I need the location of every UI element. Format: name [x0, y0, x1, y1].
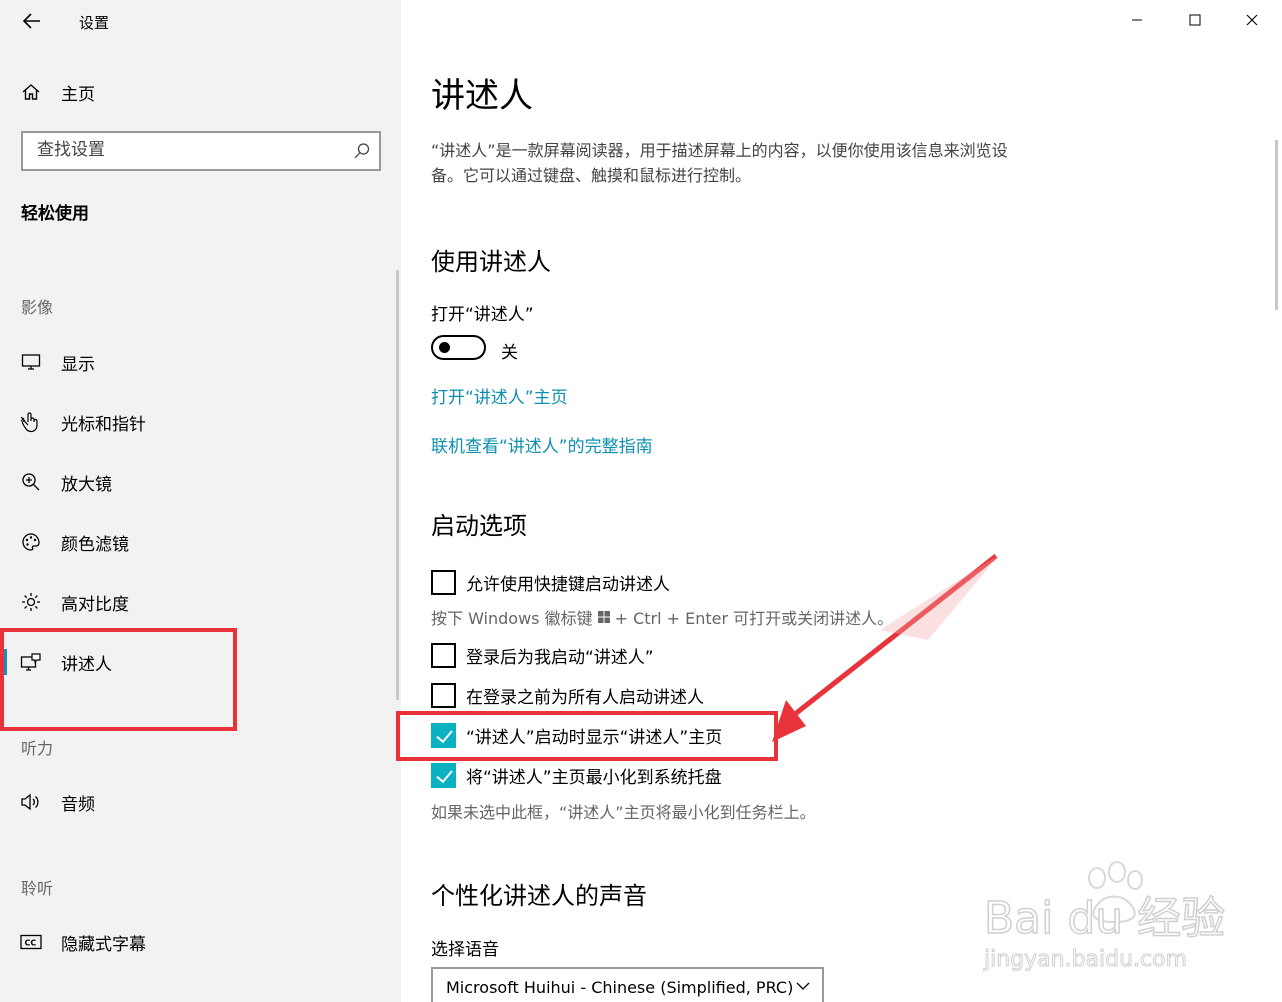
voice-select-value: Microsoft Huihui - Chinese (Simplified, … — [446, 978, 794, 997]
windows-logo-icon — [597, 611, 610, 623]
minimize-icon — [1132, 19, 1142, 21]
sun-icon — [20, 591, 42, 613]
home-icon — [20, 81, 42, 103]
shortcut-hint: 按下 Windows 徽标键 + Ctrl + Enter 可打开或关闭讲述人。 — [431, 605, 893, 629]
speaker-icon — [20, 791, 42, 813]
search-icon[interactable] — [353, 142, 371, 164]
annotation-highlight-narrator — [0, 628, 237, 731]
maximize-button[interactable] — [1166, 0, 1224, 40]
monitor-icon — [20, 351, 42, 373]
back-button[interactable] — [14, 6, 50, 36]
toggle-knob — [439, 342, 450, 353]
search-input[interactable] — [37, 140, 337, 160]
sidebar-item-label: 音频 — [61, 794, 95, 815]
search-box[interactable] — [21, 131, 381, 171]
sidebar-item-home[interactable]: 主页 — [0, 72, 398, 112]
palette-icon — [20, 531, 42, 553]
sidebar-item-display[interactable]: 显示 — [0, 342, 398, 382]
sidebar-item-label: 高对比度 — [61, 594, 129, 615]
checkbox-row-before-signin[interactable]: 在登录之前为所有人启动讲述人 — [431, 682, 704, 708]
select-voice-label: 选择语音 — [431, 940, 499, 960]
close-button[interactable] — [1223, 0, 1281, 40]
checkbox-label: 在登录之前为所有人启动讲述人 — [466, 687, 704, 708]
closed-captions-icon: CC — [20, 931, 42, 953]
checkbox-row-shortcut[interactable]: 允许使用快捷键启动讲述人 — [431, 569, 670, 595]
heading-use-narrator: 使用讲述人 — [431, 248, 551, 276]
back-arrow-icon — [23, 13, 40, 29]
sidebar-scrollbar[interactable] — [396, 270, 399, 700]
checkbox-label: 登录后为我启动“讲述人” — [466, 647, 654, 668]
checkbox-after-signin[interactable] — [431, 642, 456, 668]
sidebar-item-captions[interactable]: CC 隐藏式字幕 — [0, 922, 398, 962]
link-open-narrator-home[interactable]: 打开“讲述人”主页 — [431, 383, 568, 408]
sidebar-item-label: 显示 — [61, 354, 95, 375]
sidebar-item-high-contrast[interactable]: 高对比度 — [0, 582, 398, 622]
page-description: “讲述人”是一款屏幕阅读器，用于描述屏幕上的内容，以便你使用该信息来浏览设备。它… — [431, 141, 1008, 185]
heading-startup-options: 启动选项 — [431, 512, 527, 540]
sidebar-item-color-filter[interactable]: 颜色滤镜 — [0, 522, 398, 562]
minimize-hint: 如果未选中此框，“讲述人”主页将最小化到任务栏上。 — [431, 803, 816, 822]
group-header-listen: 聆听 — [21, 879, 54, 898]
checkbox-before-signin[interactable] — [431, 682, 456, 708]
shortcut-hint-prefix: 按下 Windows 徽标键 — [431, 609, 593, 628]
checkbox-label: 允许使用快捷键启动讲述人 — [466, 574, 670, 595]
checkbox-row-after-signin[interactable]: 登录后为我启动“讲述人” — [431, 642, 654, 668]
heading-personalize-voice: 个性化讲述人的声音 — [431, 882, 647, 910]
sidebar: 设置 主页 轻松使用 影像 显示 光标和指针 放大镜 颜 — [0, 0, 401, 1002]
section-title: 轻松使用 — [21, 204, 89, 224]
main-scrollbar[interactable] — [1275, 140, 1278, 310]
sidebar-item-magnifier[interactable]: 放大镜 — [0, 462, 398, 502]
minimize-button[interactable] — [1108, 0, 1166, 40]
checkbox-shortcut[interactable] — [431, 569, 456, 595]
sidebar-item-label: 颜色滤镜 — [61, 534, 129, 555]
toggle-state-text: 关 — [501, 343, 518, 363]
main-content: 讲述人 “讲述人”是一款屏幕阅读器，用于描述屏幕上的内容，以便你使用该信息来浏览… — [401, 0, 1282, 1002]
svg-text:CC: CC — [25, 939, 37, 948]
link-narrator-guide[interactable]: 联机查看“讲述人”的完整指南 — [431, 432, 653, 457]
magnifier-icon — [20, 471, 42, 493]
pointer-hand-icon — [20, 411, 42, 433]
checkbox-row-minimize[interactable]: 将“讲述人”主页最小化到系统托盘 — [431, 762, 722, 788]
sidebar-item-label: 主页 — [61, 84, 95, 105]
chevron-down-icon — [796, 982, 810, 990]
app-title: 设置 — [79, 14, 110, 32]
narrator-toggle[interactable] — [431, 335, 486, 360]
toggle-label: 打开“讲述人” — [431, 305, 534, 325]
sidebar-item-label: 放大镜 — [61, 474, 112, 495]
maximize-icon — [1189, 14, 1201, 26]
sidebar-item-cursor[interactable]: 光标和指针 — [0, 402, 398, 442]
voice-select[interactable]: Microsoft Huihui - Chinese (Simplified, … — [431, 967, 824, 1002]
group-header-vision: 影像 — [21, 298, 54, 317]
shortcut-hint-suffix: + Ctrl + Enter 可打开或关闭讲述人。 — [614, 609, 894, 628]
group-header-hearing: 听力 — [21, 739, 54, 758]
checkbox-minimize[interactable] — [431, 762, 456, 788]
sidebar-item-label: 隐藏式字幕 — [61, 934, 146, 955]
sidebar-item-label: 光标和指针 — [61, 414, 146, 435]
close-icon — [1246, 14, 1258, 26]
page-title: 讲述人 — [431, 76, 533, 116]
sidebar-item-audio[interactable]: 音频 — [0, 782, 398, 822]
annotation-highlight-option — [396, 711, 778, 761]
checkbox-label: 将“讲述人”主页最小化到系统托盘 — [466, 767, 722, 788]
